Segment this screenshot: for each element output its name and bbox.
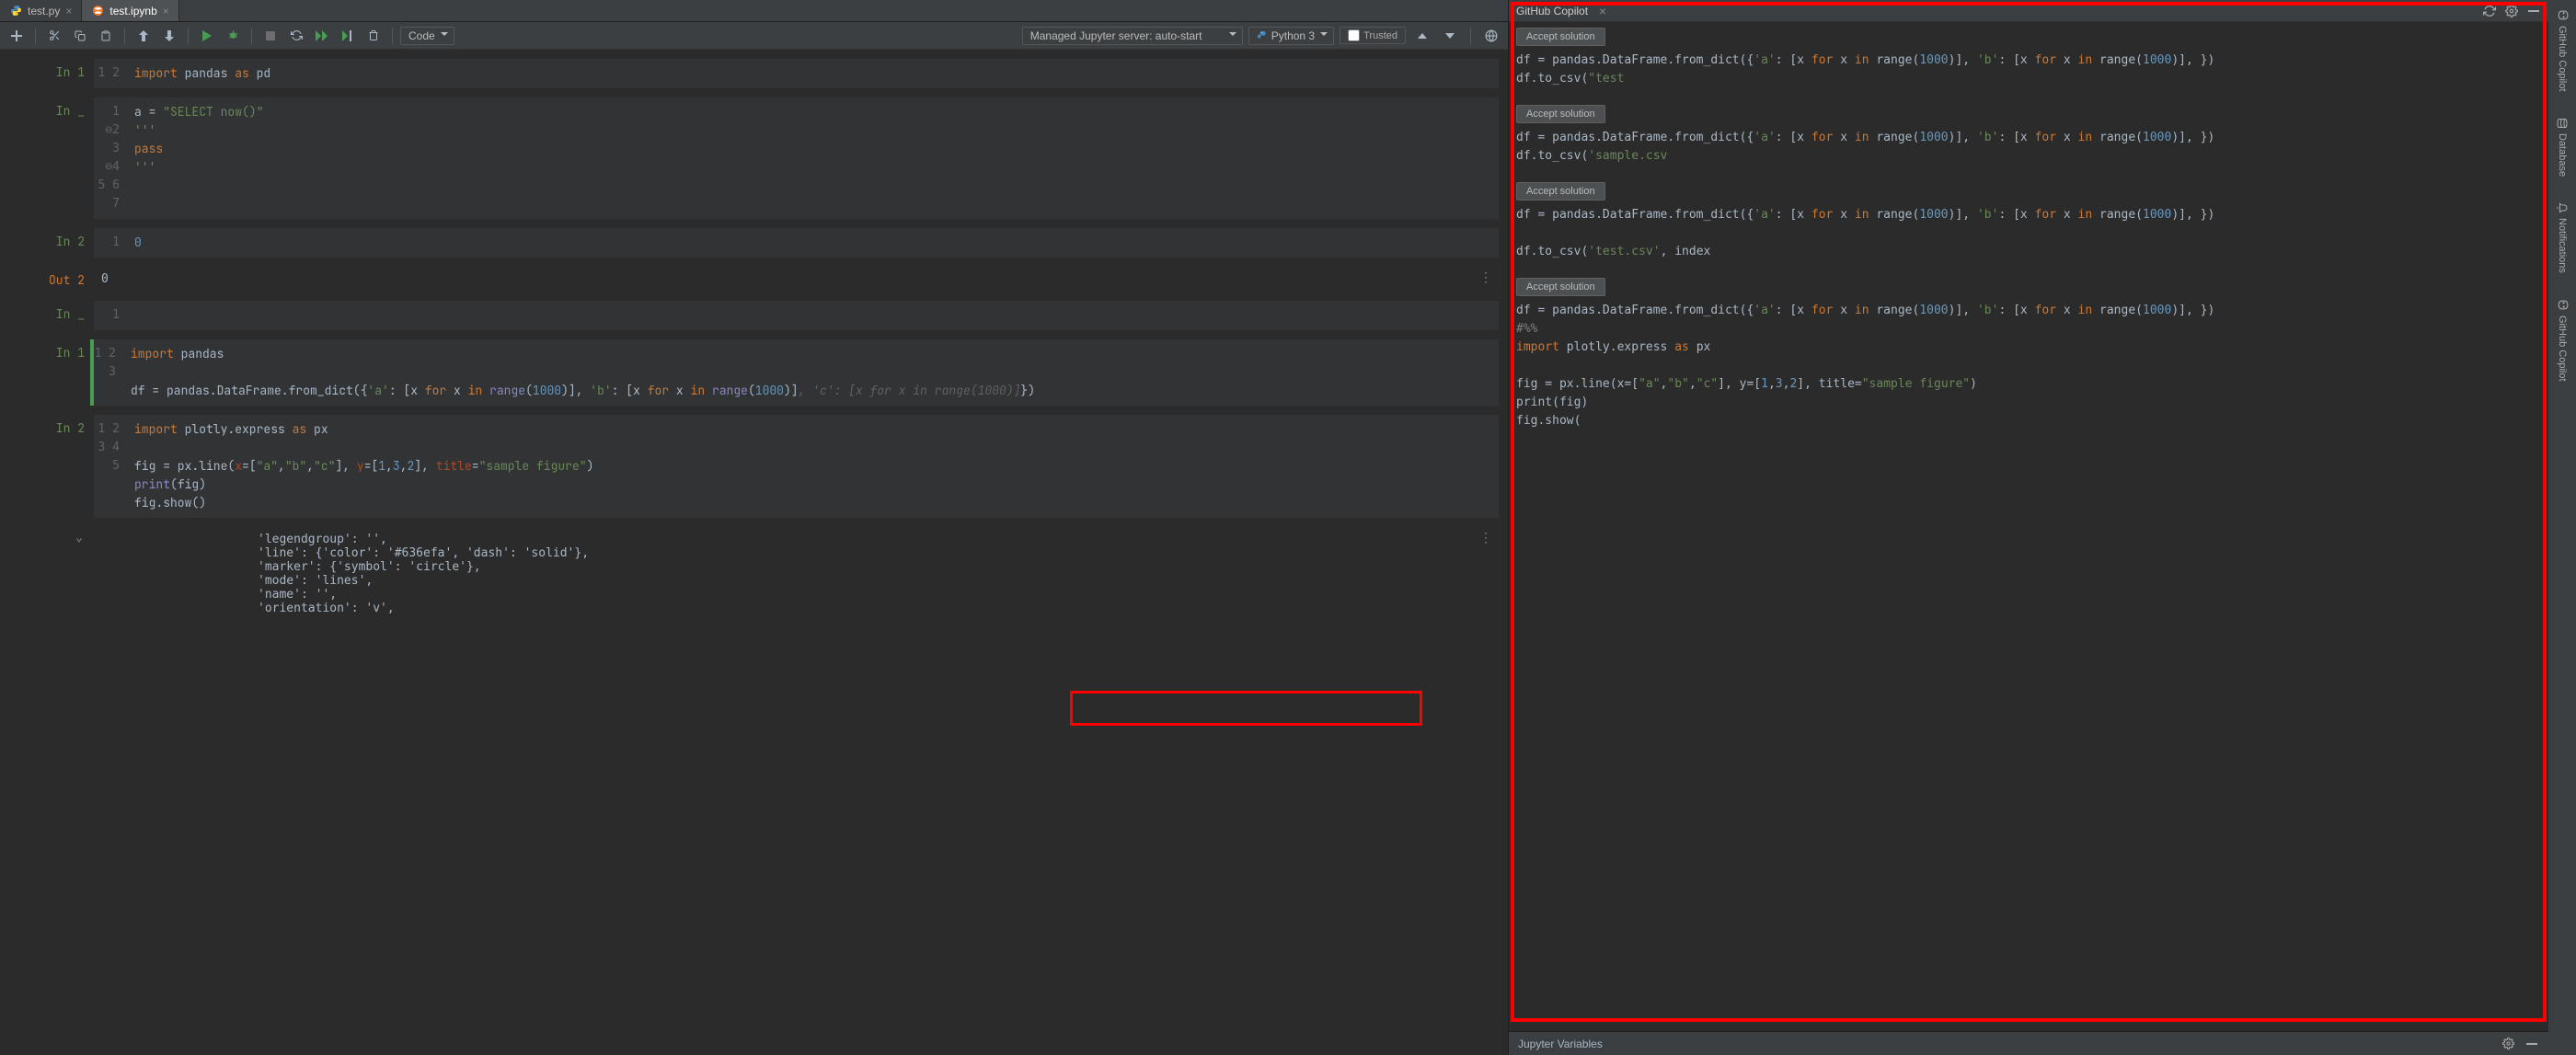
tool-window-label: Notifications xyxy=(2557,218,2568,273)
code-editor[interactable]: 0 xyxy=(127,228,1499,258)
accept-solution-button[interactable]: Accept solution xyxy=(1516,105,1605,123)
code-cell[interactable]: In 11 2 3import pandas df = pandas.DataF… xyxy=(9,339,1499,406)
tab-label: test.ipynb xyxy=(109,5,156,17)
output-cell: ⋮⌄'legendgroup': '','line': {'color': '#… xyxy=(9,527,1499,621)
tool-window-label: Database xyxy=(2557,133,2568,177)
tool-window-tab[interactable]: Database xyxy=(2555,114,2570,180)
copilot-solution: Accept solution df = pandas.DataFrame.fro… xyxy=(1516,28,2545,88)
code-editor[interactable] xyxy=(127,301,1499,330)
code-cell[interactable]: In _1 ⊖2 3 ⊖4 5 6 7a = "SELECT now()" ''… xyxy=(9,97,1499,219)
cell-prompt: In 2 xyxy=(9,415,94,518)
move-up-button[interactable] xyxy=(132,25,155,47)
code-cell[interactable]: In _1 xyxy=(9,301,1499,330)
line-gutter: 1 2 xyxy=(94,59,127,88)
notebook-body[interactable]: 1 In 11 2import pandas as pd In _1 ⊖2 3 … xyxy=(0,50,1508,1055)
line-gutter: 1 ⊖2 3 ⊖4 5 6 7 xyxy=(94,97,127,219)
code-cell[interactable]: In 210 xyxy=(9,228,1499,258)
code-cell[interactable]: In 21 2 3 4 5import plotly.express as px… xyxy=(9,415,1499,518)
chevron-down-icon[interactable] xyxy=(1439,25,1461,47)
more-icon[interactable]: ⋮ xyxy=(1479,531,1493,545)
jupyter-icon xyxy=(91,5,104,17)
add-cell-button[interactable] xyxy=(6,25,28,47)
more-icon[interactable]: ⋮ xyxy=(1479,270,1493,285)
copilot-solution: Accept solution df = pandas.DataFrame.fro… xyxy=(1516,278,2545,430)
line-gutter: 1 xyxy=(94,301,127,330)
output-body: ⋮⌄'legendgroup': '','line': {'color': '#… xyxy=(94,527,1499,621)
server-dropdown[interactable]: Managed Jupyter server: auto-start xyxy=(1022,27,1243,45)
cell-prompt: In 1 xyxy=(9,59,94,88)
code-editor[interactable]: a = "SELECT now()" ''' pass ''' xyxy=(127,97,1499,219)
cell-prompt: In 2 xyxy=(9,228,94,258)
close-icon[interactable]: × xyxy=(65,5,72,17)
solution-code: df = pandas.DataFrame.from_dict({'a': [x… xyxy=(1516,302,2545,430)
trusted-checkbox[interactable]: Trusted xyxy=(1340,27,1406,44)
restart-button[interactable] xyxy=(285,25,307,47)
run-cell-button[interactable] xyxy=(196,25,218,47)
jupyter-variables-header[interactable]: Jupyter Variables xyxy=(1509,1031,2548,1055)
clear-output-button[interactable] xyxy=(362,25,385,47)
minimize-icon[interactable] xyxy=(2524,1037,2539,1051)
refresh-icon[interactable] xyxy=(2482,4,2497,18)
copilot-solution: Accept solution df = pandas.DataFrame.fro… xyxy=(1516,182,2545,261)
tool-window-tab[interactable]: GitHub Copilot xyxy=(2555,295,2570,385)
copilot-panel-title: GitHub Copilot xyxy=(1516,5,1588,17)
solution-code: df = pandas.DataFrame.from_dict({'a': [x… xyxy=(1516,206,2545,261)
copilot-panel-header: GitHub Copilot × xyxy=(1509,0,2548,22)
chevron-down-icon[interactable]: ⌄ xyxy=(75,531,83,545)
solution-code: df = pandas.DataFrame.from_dict({'a': [x… xyxy=(1516,52,2545,88)
tool-window-label: GitHub Copilot xyxy=(2557,315,2568,382)
paste-button[interactable] xyxy=(95,25,117,47)
stop-button[interactable] xyxy=(259,25,282,47)
tool-window-tab[interactable]: GitHub Copilot xyxy=(2555,6,2570,96)
cell-prompt: Out 2 xyxy=(9,267,94,292)
cut-button[interactable] xyxy=(43,25,65,47)
tool-window-label: GitHub Copilot xyxy=(2557,26,2568,92)
line-gutter: 1 2 3 4 5 xyxy=(94,415,127,518)
editor-tab[interactable]: test.ipynb × xyxy=(82,0,178,21)
gear-icon[interactable] xyxy=(2501,1037,2515,1051)
right-tool-tabs: GitHub Copilot Database Notifications GitHu… xyxy=(2548,0,2576,1055)
code-cell[interactable]: In 11 2import pandas as pd xyxy=(9,59,1499,88)
copilot-solution: Accept solution df = pandas.DataFrame.fro… xyxy=(1516,105,2545,166)
run-all-button[interactable] xyxy=(311,25,333,47)
annotation-red-box-inline xyxy=(1070,691,1422,726)
cell-prompt: In 1 xyxy=(9,339,94,406)
minimize-icon[interactable] xyxy=(2526,4,2541,18)
output-cell: Out 2⋮0 xyxy=(9,267,1499,292)
close-icon[interactable]: × xyxy=(163,5,169,17)
chevron-up-icon[interactable] xyxy=(1411,25,1433,47)
cell-prompt: In _ xyxy=(9,301,94,330)
copilot-solutions-list[interactable]: Accept solution df = pandas.DataFrame.fro… xyxy=(1509,22,2548,1031)
line-gutter: 1 xyxy=(94,228,127,258)
close-icon[interactable]: × xyxy=(1599,4,1606,18)
python-icon xyxy=(9,5,22,17)
move-down-button[interactable] xyxy=(158,25,180,47)
cell-type-dropdown[interactable]: Code xyxy=(400,27,454,45)
editor-tab[interactable]: test.py × xyxy=(0,0,82,21)
gear-icon[interactable] xyxy=(2504,4,2519,18)
kernel-dropdown[interactable]: Python 3 xyxy=(1248,27,1334,45)
accept-solution-button[interactable]: Accept solution xyxy=(1516,28,1605,46)
trusted-checkbox-input[interactable] xyxy=(1348,29,1360,41)
output-body: ⋮0 xyxy=(94,267,1499,292)
accept-solution-button[interactable]: Accept solution xyxy=(1516,182,1605,201)
line-gutter: 1 2 3 xyxy=(90,339,123,406)
code-editor[interactable]: import pandas as pd xyxy=(127,59,1499,88)
accept-solution-button[interactable]: Accept solution xyxy=(1516,278,1605,296)
jupyter-variables-title: Jupyter Variables xyxy=(1518,1038,1603,1050)
editor-tabs: test.py × test.ipynb × xyxy=(0,0,1508,22)
cell-prompt: In _ xyxy=(9,97,94,219)
tool-window-tab[interactable]: Notifications xyxy=(2555,199,2570,277)
notebook-toolbar: Code Managed Jupyter server: auto-start … xyxy=(0,22,1508,50)
copy-button[interactable] xyxy=(69,25,91,47)
code-editor[interactable]: import plotly.express as px fig = px.lin… xyxy=(127,415,1499,518)
run-to-button[interactable] xyxy=(337,25,359,47)
debug-cell-button[interactable] xyxy=(222,25,244,47)
code-editor[interactable]: import pandas df = pandas.DataFrame.from… xyxy=(123,339,1499,406)
browser-icon[interactable] xyxy=(1480,25,1502,47)
python-icon xyxy=(1257,30,1268,41)
solution-code: df = pandas.DataFrame.from_dict({'a': [x… xyxy=(1516,129,2545,166)
tab-label: test.py xyxy=(28,5,60,17)
